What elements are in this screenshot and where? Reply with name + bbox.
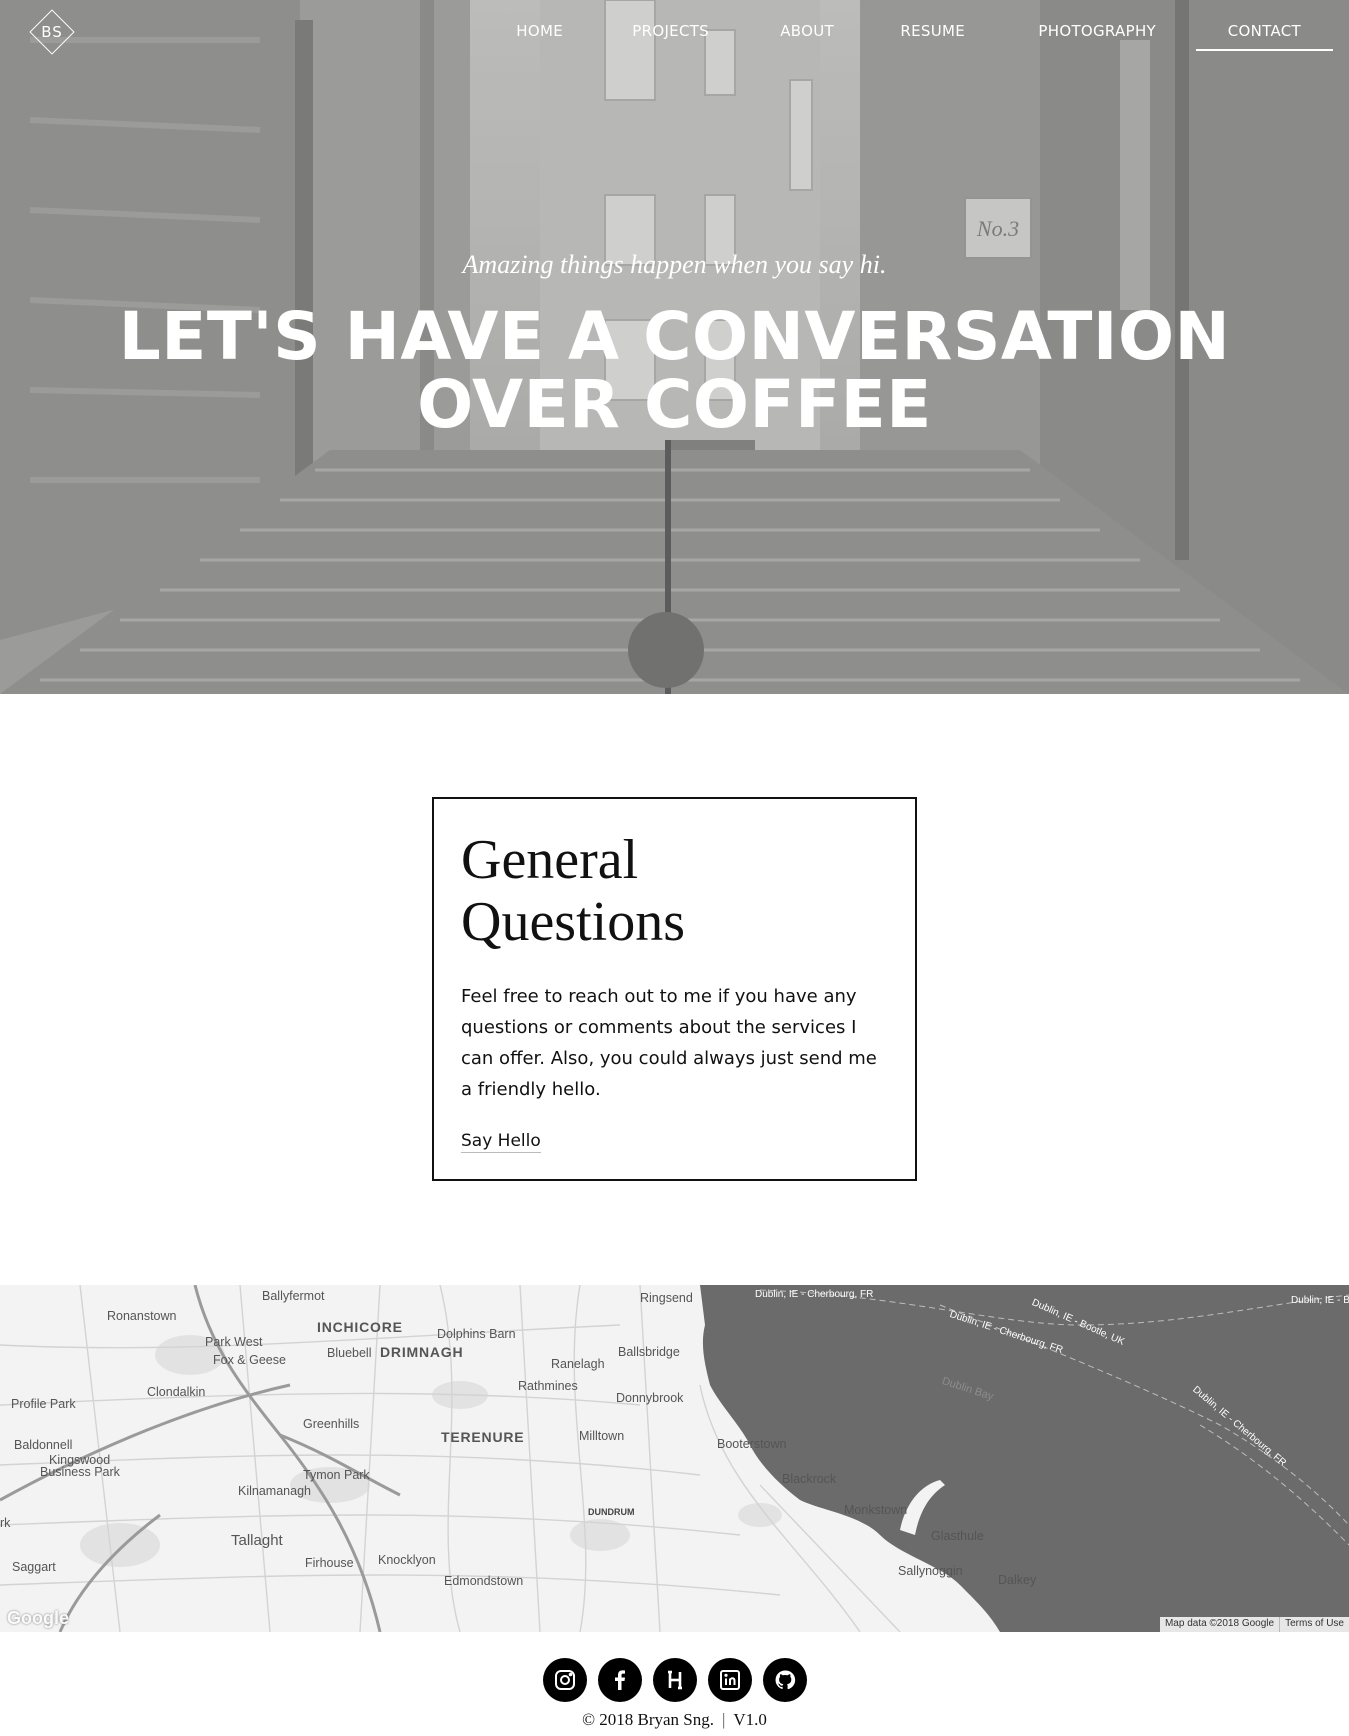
google-logo[interactable]: Google — [7, 1608, 69, 1629]
hero-section: No.3 BS HOME PROJECTS ABOUT RESUME PHOTO… — [0, 0, 1349, 694]
hero-tagline: Amazing things happen when you say hi. — [462, 250, 887, 279]
map-label: INCHICORE — [317, 1319, 403, 1335]
map-label: Booterstown — [717, 1437, 787, 1451]
map-label: Profile Park — [11, 1397, 76, 1411]
map-label: Milltown — [579, 1429, 625, 1443]
map-label: Firhouse — [305, 1556, 354, 1570]
site-logo[interactable]: BS — [27, 7, 77, 57]
facebook-icon — [615, 1670, 625, 1690]
map-label: DRIMNAGH — [380, 1344, 464, 1360]
map-label: Business Park — [40, 1465, 120, 1479]
map-label: Rathmines — [518, 1379, 578, 1393]
map-data-credit[interactable]: Map data ©2018 Google — [1160, 1617, 1279, 1632]
hashnode-link[interactable] — [653, 1658, 697, 1702]
map-label: Blackrock — [782, 1472, 837, 1486]
general-questions-card: General Questions Feel free to reach out… — [432, 797, 917, 1181]
copyright-text: © 2018 Bryan Sng. — [582, 1710, 714, 1729]
map-label: Greenhills — [303, 1417, 360, 1431]
map-label: Knocklyon — [378, 1553, 436, 1567]
footer-copyright: © 2018 Bryan Sng. | V1.0 — [0, 1710, 1349, 1730]
map-label: Tallaght — [231, 1532, 283, 1549]
linkedin-link[interactable] — [708, 1658, 752, 1702]
nav-projects[interactable]: PROJECTS — [632, 22, 709, 40]
card-title-line-1: General — [461, 829, 639, 891]
github-icon — [775, 1670, 796, 1690]
linkedin-icon — [720, 1670, 740, 1690]
map-label: Dolphins Barn — [437, 1327, 516, 1341]
nav-photography[interactable]: PHOTOGRAPHY — [1038, 22, 1156, 40]
nav-home[interactable]: HOME — [516, 22, 563, 40]
card-title-line-2: Questions — [461, 891, 685, 953]
map-label: Sallynoggin — [898, 1564, 963, 1578]
version-text: V1.0 — [733, 1710, 767, 1729]
map-label: Kilnamanagh — [238, 1484, 311, 1498]
map-label: Monkstown — [844, 1503, 908, 1517]
hero-headline-line-2: OVER COFFEE — [417, 366, 932, 443]
facebook-link[interactable] — [598, 1658, 642, 1702]
github-link[interactable] — [763, 1658, 807, 1702]
map-label: Ballsbridge — [618, 1345, 680, 1359]
map-label: Ranelagh — [551, 1357, 605, 1371]
logo-text: BS — [41, 23, 63, 41]
location-map[interactable]: Ballyfermot Ronanstown INCHICORE Dolphin… — [0, 1285, 1349, 1632]
map-label: Baldonnell — [14, 1438, 73, 1452]
hashnode-icon — [668, 1670, 682, 1690]
terms-of-use-link[interactable]: Terms of Use — [1279, 1617, 1349, 1632]
nav-about[interactable]: ABOUT — [780, 22, 834, 40]
map-label: TERENURE — [441, 1429, 525, 1445]
map-ferry-label: Dublin, IE - Cherbourg, FR — [755, 1289, 874, 1300]
card-body: Feel free to reach out to me if you have… — [461, 986, 877, 1100]
map-label: Tymon Park — [303, 1468, 370, 1482]
map-label: Ballyfermot — [262, 1289, 325, 1303]
map-label: Dalkey — [998, 1573, 1037, 1587]
map-label: Park West — [205, 1335, 263, 1349]
map-label: Clondalkin — [147, 1385, 206, 1399]
map-label: Ringsend — [640, 1291, 693, 1305]
nav-contact[interactable]: CONTACT — [1195, 22, 1334, 51]
map-label: Fox & Geese — [213, 1353, 286, 1367]
map-attribution: Map data ©2018 Google Terms of Use — [1159, 1617, 1349, 1632]
hero-headline-line-1: LET'S HAVE A CONVERSATION — [118, 298, 1231, 375]
social-links — [543, 1658, 807, 1702]
nav-resume[interactable]: RESUME — [900, 22, 965, 40]
map-canvas[interactable] — [0, 1285, 1349, 1632]
copyright-separator: | — [721, 1710, 726, 1729]
map-ferry-label: Dublin, IE - B — [1291, 1295, 1349, 1306]
map-label: Ronanstown — [107, 1309, 177, 1323]
map-label: Saggart — [12, 1560, 56, 1574]
map-label: DUNDRUM — [588, 1507, 635, 1517]
map-label: rk — [0, 1516, 11, 1530]
card-title: General Questions — [461, 829, 791, 953]
say-hello-link[interactable]: Say Hello — [461, 1131, 541, 1153]
map-label: Edmondstown — [444, 1574, 524, 1588]
map-label: Bluebell — [327, 1346, 372, 1360]
map-label: Donnybrook — [616, 1391, 684, 1405]
instagram-icon — [555, 1670, 575, 1690]
hero-headline: LET'S HAVE A CONVERSATION OVER COFFEE — [0, 303, 1349, 439]
map-label: Glasthule — [931, 1529, 984, 1543]
instagram-link[interactable] — [543, 1658, 587, 1702]
